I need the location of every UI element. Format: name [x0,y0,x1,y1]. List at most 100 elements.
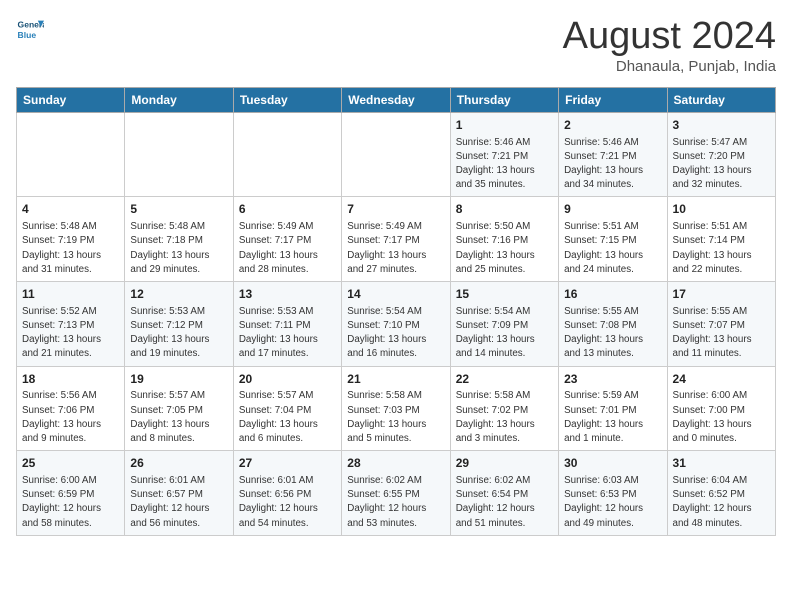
calendar-cell: 22Sunrise: 5:58 AM Sunset: 7:02 PM Dayli… [450,366,558,451]
calendar-cell: 4 Sunrise: 5:48 AM Sunset: 7:19 PM Daylig… [17,197,125,282]
day-detail: Sunrise: 6:02 AM Sunset: 6:55 PM Dayligh… [347,474,444,531]
calendar-cell: 27 Sunrise: 6:01 AM Sunset: 6:56 PM Dayli… [233,451,341,536]
calendar-cell: 28 Sunrise: 6:02 AM Sunset: 6:55 PM Dayli… [342,451,450,536]
day-number: 4 [22,201,119,218]
day-number: 27 [239,455,336,472]
day-number: 28 [347,455,444,472]
calendar-cell: 10Sunrise: 5:51 AM Sunset: 7:14 PM Dayli… [667,197,775,282]
day-detail: Sunrise: 5:48 AM Sunset: 7:18 PM Dayligh… [130,220,227,277]
day-number: 6 [239,201,336,218]
calendar-week-row: 4 Sunrise: 5:48 AM Sunset: 7:19 PM Daylig… [17,197,776,282]
weekday-header: Tuesday [233,87,341,112]
location: Dhanaula, Punjab, India [563,58,776,75]
calendar-cell: 2 Sunrise: 5:46 AM Sunset: 7:21 PM Daylig… [559,112,667,197]
day-number: 30 [564,455,661,472]
weekday-header: Sunday [17,87,125,112]
day-number: 14 [347,286,444,303]
calendar-cell: 21Sunrise: 5:58 AM Sunset: 7:03 PM Dayli… [342,366,450,451]
day-number: 26 [130,455,227,472]
day-detail: Sunrise: 5:53 AM Sunset: 7:12 PM Dayligh… [130,305,227,362]
calendar-cell: 23Sunrise: 5:59 AM Sunset: 7:01 PM Dayli… [559,366,667,451]
month-title: August 2024 [563,16,776,58]
calendar-cell: 7 Sunrise: 5:49 AM Sunset: 7:17 PM Daylig… [342,197,450,282]
page-header: General Blue August 2024 Dhanaula, Punja… [16,16,776,75]
day-number: 24 [673,371,770,388]
calendar-cell: 1 Sunrise: 5:46 AM Sunset: 7:21 PM Daylig… [450,112,558,197]
day-number: 23 [564,371,661,388]
day-detail: Sunrise: 5:50 AM Sunset: 7:16 PM Dayligh… [456,220,553,277]
calendar-cell: 6 Sunrise: 5:49 AM Sunset: 7:17 PM Daylig… [233,197,341,282]
calendar-cell: 14Sunrise: 5:54 AM Sunset: 7:10 PM Dayli… [342,282,450,367]
day-number: 9 [564,201,661,218]
day-detail: Sunrise: 6:01 AM Sunset: 6:57 PM Dayligh… [130,474,227,531]
day-detail: Sunrise: 5:52 AM Sunset: 7:13 PM Dayligh… [22,305,119,362]
day-detail: Sunrise: 5:47 AM Sunset: 7:20 PM Dayligh… [673,136,770,193]
calendar-cell: 29Sunrise: 6:02 AM Sunset: 6:54 PM Dayli… [450,451,558,536]
day-number: 12 [130,286,227,303]
day-number: 10 [673,201,770,218]
calendar-cell: 13 Sunrise: 5:53 AM Sunset: 7:11 PM Dayli… [233,282,341,367]
day-detail: Sunrise: 5:57 AM Sunset: 7:04 PM Dayligh… [239,389,336,446]
day-number: 1 [456,117,553,134]
day-detail: Sunrise: 5:48 AM Sunset: 7:19 PM Dayligh… [22,220,119,277]
day-detail: Sunrise: 5:58 AM Sunset: 7:02 PM Dayligh… [456,389,553,446]
day-detail: Sunrise: 5:56 AM Sunset: 7:06 PM Dayligh… [22,389,119,446]
day-number: 17 [673,286,770,303]
calendar-week-row: 25 Sunrise: 6:00 AM Sunset: 6:59 PM Dayli… [17,451,776,536]
day-detail: Sunrise: 5:54 AM Sunset: 7:09 PM Dayligh… [456,305,553,362]
svg-text:Blue: Blue [18,30,37,40]
calendar-table: SundayMondayTuesdayWednesdayThursdayFrid… [16,87,776,536]
calendar-week-row: 11Sunrise: 5:52 AM Sunset: 7:13 PM Dayli… [17,282,776,367]
calendar-cell [125,112,233,197]
weekday-header-row: SundayMondayTuesdayWednesdayThursdayFrid… [17,87,776,112]
day-detail: Sunrise: 5:57 AM Sunset: 7:05 PM Dayligh… [130,389,227,446]
day-number: 7 [347,201,444,218]
calendar-week-row: 1 Sunrise: 5:46 AM Sunset: 7:21 PM Daylig… [17,112,776,197]
day-number: 13 [239,286,336,303]
logo: General Blue [16,16,44,44]
calendar-cell: 9 Sunrise: 5:51 AM Sunset: 7:15 PM Daylig… [559,197,667,282]
day-detail: Sunrise: 5:49 AM Sunset: 7:17 PM Dayligh… [239,220,336,277]
calendar-cell: 5 Sunrise: 5:48 AM Sunset: 7:18 PM Daylig… [125,197,233,282]
day-number: 15 [456,286,553,303]
logo-icon: General Blue [16,16,44,44]
day-detail: Sunrise: 5:46 AM Sunset: 7:21 PM Dayligh… [456,136,553,193]
day-detail: Sunrise: 6:00 AM Sunset: 6:59 PM Dayligh… [22,474,119,531]
calendar-week-row: 18Sunrise: 5:56 AM Sunset: 7:06 PM Dayli… [17,366,776,451]
day-detail: Sunrise: 6:01 AM Sunset: 6:56 PM Dayligh… [239,474,336,531]
day-number: 3 [673,117,770,134]
day-number: 31 [673,455,770,472]
calendar-cell [17,112,125,197]
day-detail: Sunrise: 5:51 AM Sunset: 7:15 PM Dayligh… [564,220,661,277]
calendar-cell: 16Sunrise: 5:55 AM Sunset: 7:08 PM Dayli… [559,282,667,367]
calendar-cell: 24Sunrise: 6:00 AM Sunset: 7:00 PM Dayli… [667,366,775,451]
day-number: 2 [564,117,661,134]
weekday-header: Wednesday [342,87,450,112]
day-number: 20 [239,371,336,388]
day-detail: Sunrise: 5:58 AM Sunset: 7:03 PM Dayligh… [347,389,444,446]
weekday-header: Thursday [450,87,558,112]
day-detail: Sunrise: 5:46 AM Sunset: 7:21 PM Dayligh… [564,136,661,193]
day-number: 5 [130,201,227,218]
calendar-cell: 20Sunrise: 5:57 AM Sunset: 7:04 PM Dayli… [233,366,341,451]
weekday-header: Monday [125,87,233,112]
title-block: August 2024 Dhanaula, Punjab, India [563,16,776,75]
day-number: 29 [456,455,553,472]
weekday-header: Friday [559,87,667,112]
day-detail: Sunrise: 6:03 AM Sunset: 6:53 PM Dayligh… [564,474,661,531]
calendar-cell: 11Sunrise: 5:52 AM Sunset: 7:13 PM Dayli… [17,282,125,367]
day-number: 22 [456,371,553,388]
weekday-header: Saturday [667,87,775,112]
calendar-cell: 15 Sunrise: 5:54 AM Sunset: 7:09 PM Dayli… [450,282,558,367]
calendar-cell: 30 Sunrise: 6:03 AM Sunset: 6:53 PM Dayli… [559,451,667,536]
calendar-cell: 8Sunrise: 5:50 AM Sunset: 7:16 PM Daylig… [450,197,558,282]
day-detail: Sunrise: 5:49 AM Sunset: 7:17 PM Dayligh… [347,220,444,277]
day-detail: Sunrise: 5:53 AM Sunset: 7:11 PM Dayligh… [239,305,336,362]
calendar-cell: 17 Sunrise: 5:55 AM Sunset: 7:07 PM Dayli… [667,282,775,367]
day-number: 25 [22,455,119,472]
day-detail: Sunrise: 6:00 AM Sunset: 7:00 PM Dayligh… [673,389,770,446]
day-detail: Sunrise: 5:59 AM Sunset: 7:01 PM Dayligh… [564,389,661,446]
day-detail: Sunrise: 5:55 AM Sunset: 7:07 PM Dayligh… [673,305,770,362]
calendar-cell: 26 Sunrise: 6:01 AM Sunset: 6:57 PM Dayli… [125,451,233,536]
day-number: 18 [22,371,119,388]
